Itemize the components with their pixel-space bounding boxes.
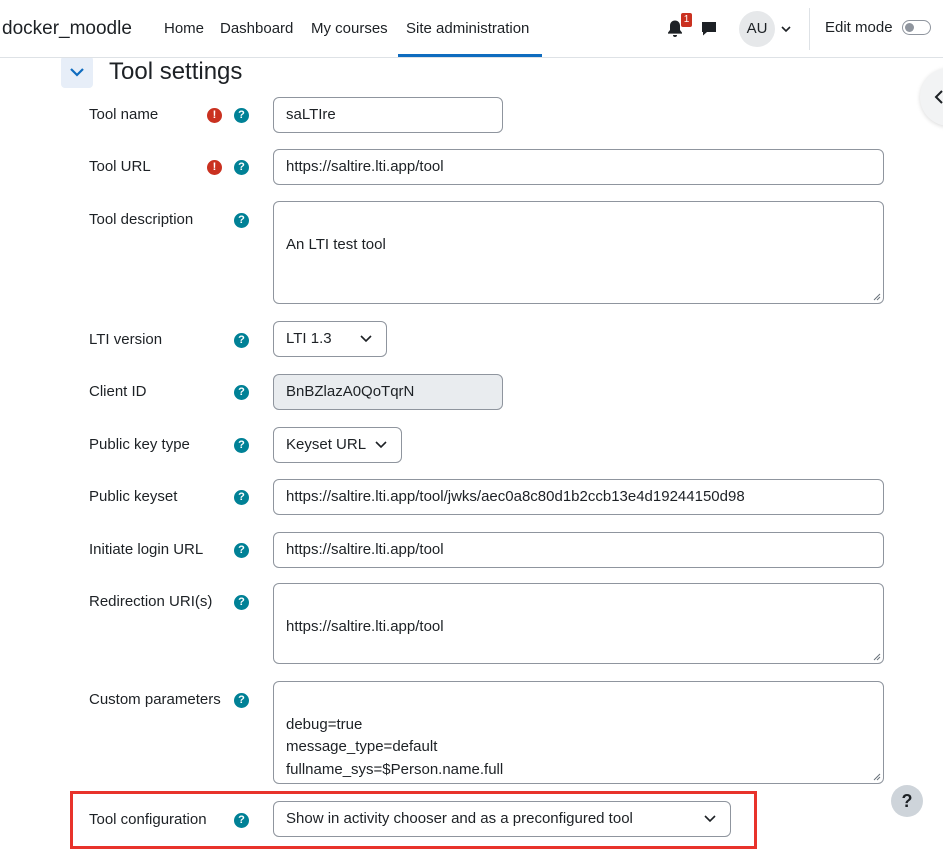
client-id-label: Client ID (89, 383, 147, 400)
block-drawer-toggle[interactable] (920, 68, 943, 126)
help-icon[interactable]: ? (234, 213, 249, 228)
help-icon[interactable]: ? (234, 490, 249, 505)
nav-link-site-administration[interactable]: Site administration (406, 20, 529, 37)
chevron-down-icon[interactable] (780, 23, 792, 35)
help-fab-button[interactable]: ? (891, 785, 923, 817)
required-icon: ! (207, 160, 222, 175)
tool-description-text: An LTI test tool (286, 235, 386, 253)
user-avatar[interactable]: AU (739, 11, 775, 47)
help-icon[interactable]: ? (234, 160, 249, 175)
nav-link-dashboard[interactable]: Dashboard (220, 20, 293, 37)
public-key-type-select[interactable]: Keyset URL (273, 427, 402, 463)
navbar-divider (809, 8, 810, 50)
edit-mode-toggle[interactable] (902, 20, 931, 35)
top-navbar: docker_moodle Home Dashboard My courses … (0, 0, 943, 58)
chevron-down-icon (70, 68, 84, 77)
nav-link-home[interactable]: Home (164, 20, 204, 37)
tool-name-label: Tool name (89, 106, 159, 123)
chevron-down-icon (360, 335, 372, 343)
tool-url-label: Tool URL (89, 158, 151, 175)
help-icon[interactable]: ? (234, 438, 249, 453)
resize-handle-icon[interactable] (871, 291, 881, 301)
tool-url-input[interactable]: https://saltire.lti.app/tool (273, 149, 884, 185)
help-icon[interactable]: ? (234, 693, 249, 708)
help-icon[interactable]: ? (234, 333, 249, 348)
redirection-uris-text: https://saltire.lti.app/tool (286, 617, 444, 635)
custom-parameters-text: debug=true message_type=default fullname… (286, 715, 504, 778)
lti-version-select[interactable]: LTI 1.3 (273, 321, 387, 357)
toggle-knob (905, 23, 914, 32)
redirection-uris-textarea[interactable]: https://saltire.lti.app/tool (273, 583, 884, 664)
chevron-left-icon (934, 90, 943, 104)
required-icon: ! (207, 108, 222, 123)
public-keyset-input[interactable]: https://saltire.lti.app/tool/jwks/aec0a8… (273, 479, 884, 515)
site-brand[interactable]: docker_moodle (2, 18, 132, 40)
resize-handle-icon[interactable] (871, 651, 881, 661)
custom-parameters-label: Custom parameters (89, 691, 221, 708)
resize-handle-icon[interactable] (871, 771, 881, 781)
public-key-type-value: Keyset URL (286, 436, 367, 453)
notification-count-badge: 1 (681, 13, 692, 27)
initiate-login-url-input[interactable]: https://saltire.lti.app/tool (273, 532, 884, 568)
edit-mode-label: Edit mode (825, 19, 893, 36)
lti-version-value: LTI 1.3 (286, 330, 332, 347)
section-title: Tool settings (109, 58, 243, 85)
help-icon[interactable]: ? (234, 543, 249, 558)
section-collapse-button[interactable] (61, 56, 93, 88)
lti-version-label: LTI version (89, 331, 163, 348)
public-keyset-label: Public keyset (89, 488, 178, 505)
tool-description-label: Tool description (89, 211, 194, 228)
tool-description-textarea[interactable]: An LTI test tool (273, 201, 884, 304)
chevron-down-icon (375, 441, 387, 449)
messages-icon[interactable] (700, 20, 718, 38)
client-id-input: BnBZlazA0QoTqrN (273, 374, 503, 410)
custom-parameters-textarea[interactable]: debug=true message_type=default fullname… (273, 681, 884, 784)
public-key-type-label: Public key type (89, 436, 190, 453)
help-icon[interactable]: ? (234, 385, 249, 400)
tool-name-input[interactable]: saLTIre (273, 97, 503, 133)
redirection-uris-label: Redirection URI(s) (89, 593, 213, 610)
help-icon[interactable]: ? (234, 595, 249, 610)
help-icon[interactable]: ? (234, 108, 249, 123)
initiate-login-url-label: Initiate login URL (89, 541, 204, 558)
active-nav-indicator (398, 54, 542, 57)
annotation-highlight-box (70, 791, 757, 849)
nav-link-my-courses[interactable]: My courses (311, 20, 388, 37)
